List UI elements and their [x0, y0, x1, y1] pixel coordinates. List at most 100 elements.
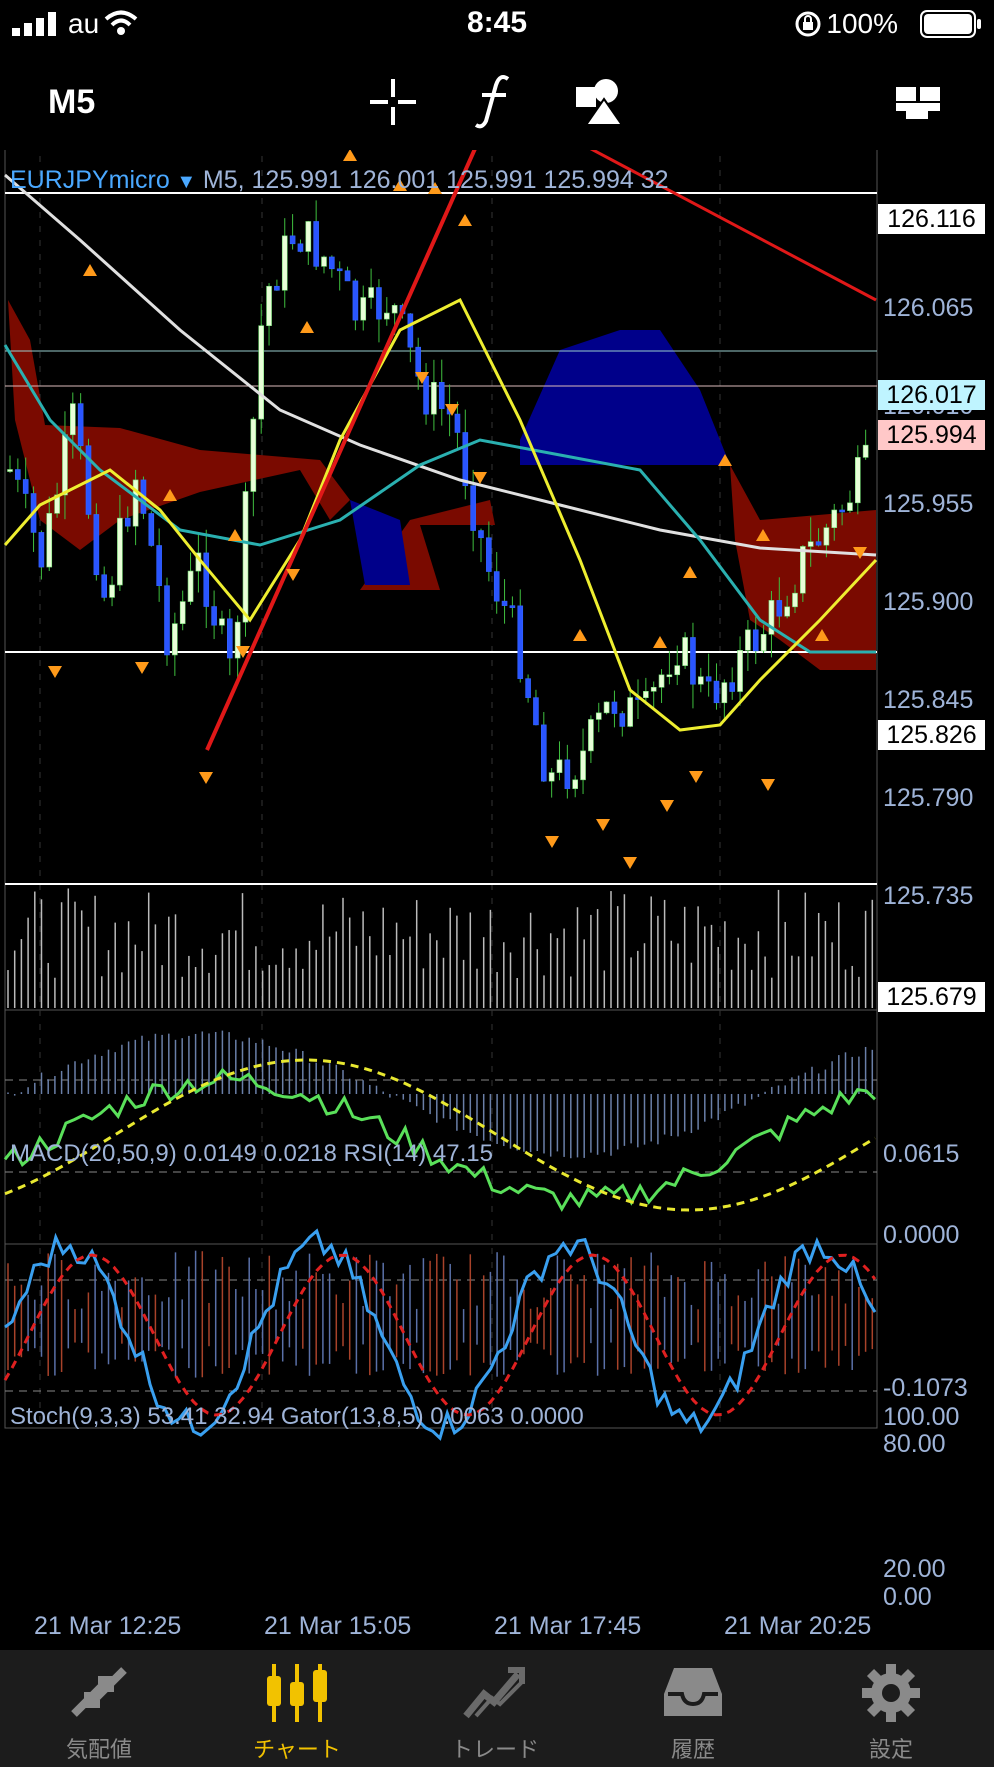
status-bar: au 8:45 100% [0, 0, 994, 50]
candle-body [211, 606, 217, 626]
fractal-up-icon [228, 529, 242, 541]
price-axis-label: 125.845 [883, 686, 974, 714]
candle-body [415, 346, 422, 377]
tab-trade[interactable]: トレード [396, 1650, 594, 1767]
candle-body [572, 779, 579, 789]
price-axis-label: 125.900 [883, 588, 974, 616]
candle-body [15, 469, 21, 480]
candle-body [234, 621, 241, 659]
candle-body [329, 256, 335, 270]
rotation-lock-icon [795, 11, 821, 37]
candle-body [7, 469, 13, 472]
fractal-down-icon [545, 836, 559, 848]
candle-body [38, 532, 45, 568]
tab-label: 履歴 [670, 1737, 715, 1762]
symbol-info: EURJPYmicro ▼ M5, 125.991 126.001 125.99… [10, 166, 669, 195]
objects-icon[interactable] [574, 75, 626, 127]
candle-body [470, 485, 476, 531]
candle-body [862, 444, 869, 458]
time-axis-label: 21 Mar 17:45 [494, 1612, 642, 1640]
candle-body [540, 724, 547, 782]
chart-frame [4, 150, 878, 1429]
candle-body [493, 571, 500, 602]
candle-body [22, 479, 29, 494]
macd-axis-label: 0.0615 [883, 1140, 960, 1168]
ichimoku-cloud [520, 330, 730, 465]
history-icon [664, 1668, 722, 1716]
tab-settings[interactable]: 設定 [792, 1650, 990, 1767]
fractal-down-icon [135, 662, 149, 674]
candle-body [588, 719, 594, 752]
candle-body [124, 517, 131, 527]
candle-body [729, 682, 736, 692]
candle-body [650, 686, 657, 692]
stoch-axis-label: 0.00 [883, 1583, 932, 1611]
fractal-up-icon [343, 150, 357, 161]
candle-body [603, 701, 610, 714]
price-axis-label: 125.735 [883, 882, 974, 910]
trendline [205, 150, 477, 751]
candle-body [352, 280, 359, 321]
candle-body [62, 434, 68, 496]
candle-body [172, 623, 178, 656]
macd-info: MACD(20,50,9) 0.0149 0.0218 RSI(14) 47.1… [10, 1140, 493, 1167]
fractal-down-icon [48, 666, 62, 678]
candle-body [509, 605, 516, 608]
candle-body [227, 618, 233, 659]
tab-quotes[interactable]: 気配値 [0, 1650, 198, 1767]
candle-body [666, 674, 673, 678]
candle-body [431, 381, 437, 415]
candle-body [517, 605, 524, 679]
macd-axis-label: 0.0000 [883, 1221, 960, 1249]
price-axis-label: 126.065 [883, 294, 974, 322]
tab-chart[interactable]: チャート [198, 1650, 396, 1767]
candle-body [580, 750, 586, 781]
fractal-down-icon [689, 771, 703, 783]
candle-body [187, 570, 194, 602]
ohlc-info: M5, 125.991 126.001 125.991 125.994 32 [202, 166, 669, 194]
candle-body [501, 600, 508, 606]
tab-label: 気配値 [65, 1737, 132, 1762]
candle-body [831, 509, 838, 528]
candle-body [462, 432, 469, 487]
candle-body [533, 697, 539, 726]
candle-body [321, 256, 327, 267]
candle-body [274, 285, 280, 291]
candle-body [784, 606, 790, 617]
candle-body [148, 513, 155, 546]
stoch-info: Stoch(9,3,3) 53.41 32.94 Gator(13,8,5) 0… [10, 1403, 584, 1430]
candle-body [70, 403, 76, 436]
time-axis-label: 21 Mar 15:05 [264, 1612, 412, 1640]
symbol-dropdown-icon[interactable]: ▼ [176, 171, 196, 193]
hline-price-tag: 125.826 [878, 720, 985, 750]
candle-body [823, 527, 830, 546]
stoch-axis-label: 80.00 [883, 1430, 946, 1458]
battery-icon [920, 10, 981, 38]
candle-body [203, 552, 210, 607]
trade-icon [463, 1667, 525, 1719]
symbol-label[interactable]: EURJPYmicro [10, 166, 170, 194]
timeframe-button[interactable]: M5 [48, 83, 95, 122]
candle-body [391, 305, 398, 314]
time-axis-label: 21 Mar 12:25 [34, 1612, 182, 1640]
candle-body [93, 514, 100, 576]
templates-icon[interactable] [894, 85, 944, 121]
candle-body [454, 413, 461, 433]
indicators-icon[interactable] [474, 73, 514, 129]
fractal-down-icon [473, 472, 487, 484]
fractal-up-icon [573, 629, 587, 641]
candle-body [423, 375, 429, 415]
candle-body [336, 268, 343, 272]
crosshair-icon[interactable] [368, 77, 418, 127]
candle-body [690, 637, 696, 685]
candle-body [564, 759, 571, 789]
candle-body [548, 772, 555, 782]
candle-body [297, 243, 304, 252]
candle-body [109, 584, 115, 598]
tab-history[interactable]: 履歴 [594, 1650, 792, 1767]
hline-price-tag: 126.116 [878, 204, 985, 234]
fractal-up-icon [653, 636, 667, 648]
candle-body [682, 637, 688, 666]
candle-body [705, 676, 712, 682]
candle-body [313, 221, 319, 267]
